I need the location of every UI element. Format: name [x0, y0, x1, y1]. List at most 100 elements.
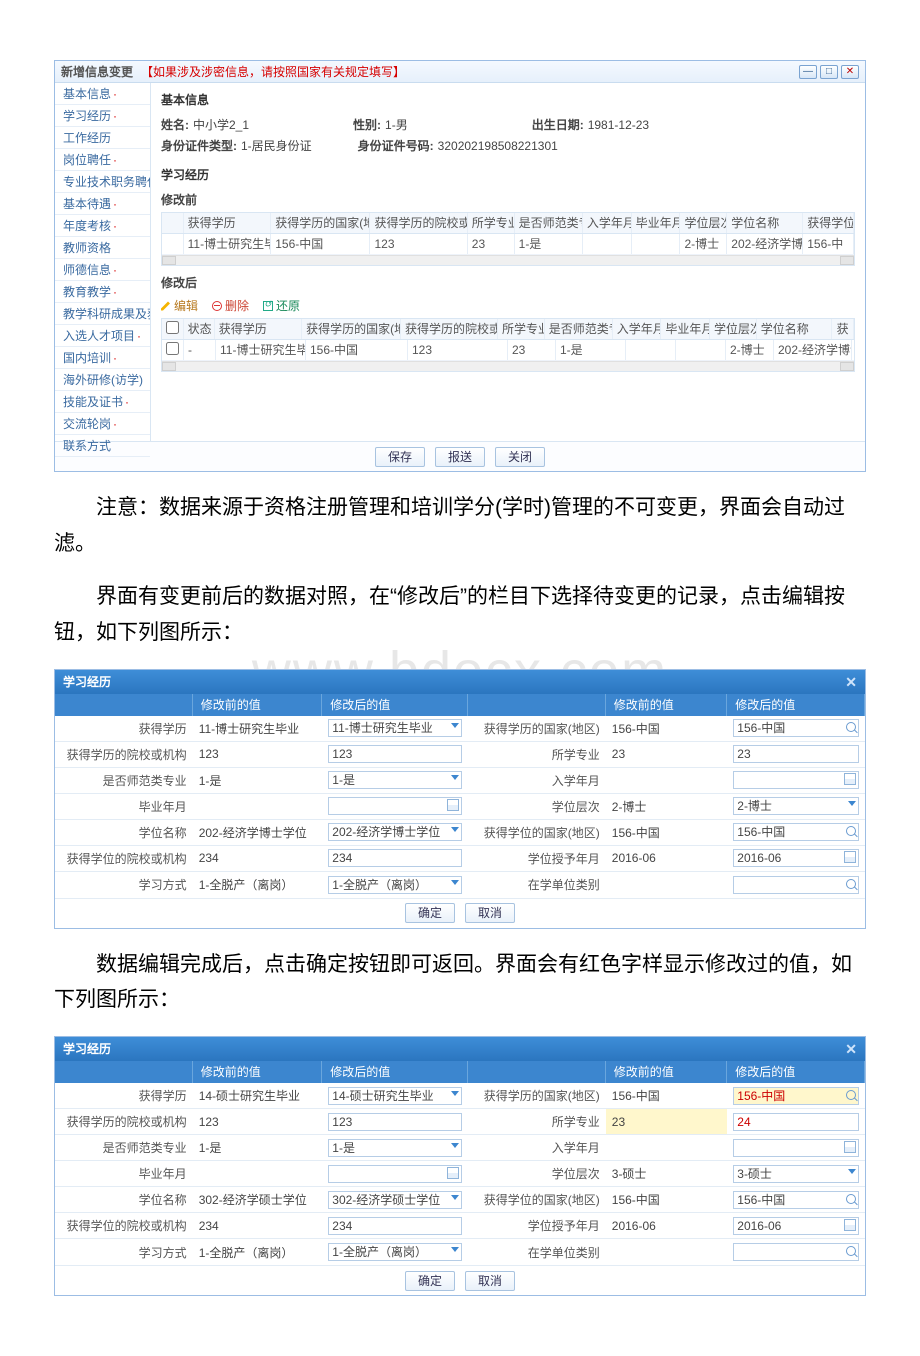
after-input[interactable]: 1-全脱产（离岗）: [328, 876, 462, 894]
dropdown-icon: [451, 775, 459, 780]
after-input[interactable]: [733, 1139, 859, 1157]
before-value: 156-中国: [606, 820, 728, 845]
cancel-button[interactable]: 取消: [465, 1271, 515, 1291]
after-input[interactable]: [733, 876, 859, 894]
close-button[interactable]: ✕: [841, 65, 859, 79]
sidebar-item[interactable]: 专业技术职务聘任: [55, 171, 150, 193]
save-button[interactable]: 保存: [375, 447, 425, 467]
after-input[interactable]: [328, 1165, 462, 1183]
after-input[interactable]: 14-硕士研究生毕业: [328, 1087, 462, 1105]
sidebar-item[interactable]: 教学科研成果及获奖: [55, 303, 150, 325]
after-input[interactable]: 1-是: [328, 1139, 462, 1157]
field-label: 获得学位的院校或机构: [55, 1213, 193, 1238]
after-input[interactable]: 2-博士: [733, 797, 859, 815]
after-input[interactable]: 156-中国: [733, 719, 859, 737]
sidebar-item[interactable]: 师德信息: [55, 259, 150, 281]
idtype-value: 1-居民身份证: [241, 139, 312, 153]
cancel-button[interactable]: 取消: [465, 903, 515, 923]
after-input[interactable]: 234: [328, 1217, 462, 1235]
maximize-button[interactable]: □: [820, 65, 838, 79]
after-input[interactable]: 302-经济学硕士学位: [328, 1191, 462, 1209]
field-label: 学位名称: [55, 820, 193, 845]
ok-button[interactable]: 确定: [405, 903, 455, 923]
dialog-title: 学习经历: [63, 1037, 111, 1061]
note-paragraph-1: 注意：数据来源于资格注册管理和培训学分(学时)管理的不可变更，界面会自动过滤。: [54, 490, 866, 561]
before-value: [606, 768, 728, 793]
after-input[interactable]: 1-是: [328, 771, 462, 789]
table-header-cell: 是否师范类专业: [515, 213, 583, 233]
after-value: 3-硕士: [727, 1161, 865, 1186]
hscrollbar[interactable]: [162, 361, 854, 371]
field-label: 获得学历的院校或机构: [55, 1109, 193, 1134]
sidebar-item[interactable]: 技能及证书: [55, 391, 150, 413]
dob-value: 1981-12-23: [588, 118, 649, 132]
table-cell: 1-是: [556, 340, 626, 360]
after-value: 123: [322, 742, 468, 767]
table-header-cell: 获得学历的院校或机构: [370, 213, 467, 233]
sidebar-item[interactable]: 基本待遇: [55, 193, 150, 215]
sidebar-item[interactable]: 交流轮岗: [55, 413, 150, 435]
table-cell: 156-中国: [306, 340, 408, 360]
after-input[interactable]: [733, 1243, 859, 1261]
sidebar-item[interactable]: 海外研修(访学): [55, 369, 150, 391]
sidebar-item[interactable]: 工作经历: [55, 127, 150, 149]
after-input[interactable]: 156-中国: [733, 1087, 859, 1105]
note-paragraph-2: 界面有变更前后的数据对照，在“修改后”的栏目下选择待变更的记录，点击编辑按钮，如…: [54, 579, 866, 650]
before-value: 1-是: [193, 768, 323, 793]
hscrollbar[interactable]: [162, 255, 854, 265]
after-input[interactable]: 11-博士研究生毕业: [328, 719, 462, 737]
after-input[interactable]: 156-中国: [733, 1191, 859, 1209]
sidebar-item[interactable]: 联系方式: [55, 435, 150, 457]
sidebar-item[interactable]: 岗位聘任: [55, 149, 150, 171]
delete-button[interactable]: 删除: [212, 297, 249, 314]
edit-button[interactable]: 编辑: [161, 297, 198, 314]
sidebar-item[interactable]: 教师资格: [55, 237, 150, 259]
close-footer-button[interactable]: 关闭: [495, 447, 545, 467]
field-label: 获得学历: [55, 716, 193, 741]
name-value: 中小学2_1: [193, 118, 249, 132]
after-value: [727, 1135, 865, 1160]
after-input[interactable]: [733, 771, 859, 789]
ok-button[interactable]: 确定: [405, 1271, 455, 1291]
after-input[interactable]: 24: [733, 1113, 859, 1131]
revert-button[interactable]: 还原: [263, 297, 300, 314]
dialog-close-icon[interactable]: ✕: [845, 1037, 857, 1061]
after-input[interactable]: 123: [328, 1113, 462, 1131]
after-value: 156-中国: [727, 820, 865, 845]
sidebar-item[interactable]: 学习经历: [55, 105, 150, 127]
after-input[interactable]: 234: [328, 849, 462, 867]
form-row: 学习方式1-全脱产（离岗）1-全脱产（离岗）在学单位类别: [55, 1239, 865, 1265]
after-input[interactable]: 1-全脱产（离岗）: [328, 1243, 462, 1261]
field-label: 获得学位的国家(地区): [468, 1187, 606, 1212]
after-value: 1-是: [322, 1135, 468, 1160]
field-label: 在学单位类别: [468, 1239, 606, 1265]
select-all-checkbox[interactable]: [166, 321, 179, 334]
before-value: 11-博士研究生毕业: [193, 716, 323, 741]
sidebar-item[interactable]: 入选人才项目: [55, 325, 150, 347]
sidebar-item[interactable]: 年度考核: [55, 215, 150, 237]
after-input[interactable]: 123: [328, 745, 462, 763]
sidebar-item[interactable]: 国内培训: [55, 347, 150, 369]
delete-icon: [212, 301, 222, 311]
after-input[interactable]: 202-经济学博士学位: [328, 823, 462, 841]
table-header-cell: 入学年月: [583, 213, 632, 233]
sidebar-item[interactable]: 教育教学: [55, 281, 150, 303]
after-input[interactable]: 3-硕士: [733, 1165, 859, 1183]
minimize-button[interactable]: —: [799, 65, 817, 79]
after-input[interactable]: 156-中国: [733, 823, 859, 841]
row-checkbox[interactable]: [166, 342, 179, 355]
after-value: 2016-06: [727, 1213, 865, 1238]
after-input[interactable]: [328, 797, 462, 815]
main-panel: 基本信息 姓名:中小学2_1 性别:1-男 出生日期:1981-12-23 身份…: [151, 83, 865, 441]
before-value: 302-经济学硕士学位: [193, 1187, 323, 1212]
after-input[interactable]: 2016-06: [733, 1217, 859, 1235]
after-input[interactable]: 2016-06: [733, 849, 859, 867]
after-input[interactable]: 23: [733, 745, 859, 763]
form-row: 获得学历14-硕士研究生毕业14-硕士研究生毕业获得学历的国家(地区)156-中…: [55, 1083, 865, 1109]
table-cell: 23: [508, 340, 556, 360]
submit-button[interactable]: 报送: [435, 447, 485, 467]
dialog-close-icon[interactable]: ✕: [845, 670, 857, 694]
sidebar-item[interactable]: 基本信息: [55, 83, 150, 105]
after-value: 234: [322, 1213, 468, 1238]
search-icon: [846, 1246, 856, 1256]
